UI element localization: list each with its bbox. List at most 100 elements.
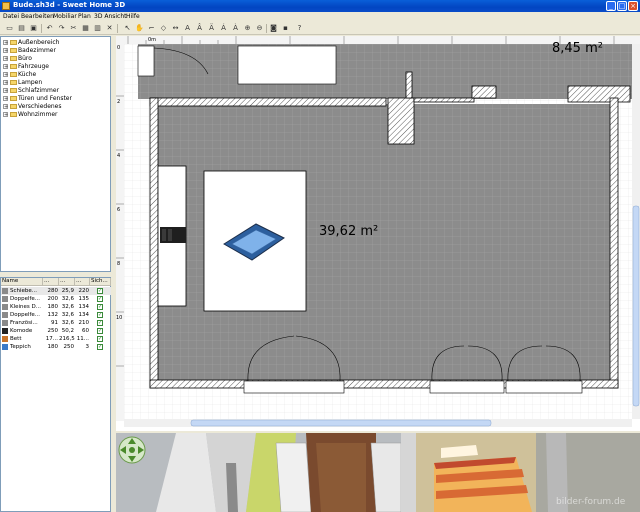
text-style-icon[interactable]: À <box>231 24 240 33</box>
visible-checkbox[interactable]: ✓ <box>97 312 103 318</box>
copy-icon[interactable]: ▦ <box>81 24 90 33</box>
expand-icon[interactable]: + <box>3 56 8 62</box>
menu-datei[interactable]: Datei <box>3 13 19 20</box>
menu-plan[interactable]: Plan <box>78 13 91 20</box>
catalog-category[interactable]: + Wohnzimmer <box>3 111 58 119</box>
door-small[interactable] <box>429 380 505 394</box>
catalog-category[interactable]: + Verschiedenes <box>3 103 62 111</box>
catalog-category[interactable]: + Lampen <box>3 79 42 87</box>
text-style-icon[interactable]: Â <box>195 24 204 33</box>
catalog-category[interactable]: + Schlafzimmer <box>3 87 59 95</box>
menu-mobiliar[interactable]: Mobiliar <box>53 13 77 20</box>
wall[interactable] <box>567 85 631 103</box>
table-row[interactable]: Französi... 91 32,6 210 ✓ <box>1 319 111 327</box>
furniture-table[interactable]: Name ... ... ... Sich... Schiebe... 280 … <box>0 277 111 512</box>
room-area-label-main[interactable]: 39,62 m² <box>319 224 378 239</box>
delete-icon[interactable]: ✕ <box>105 24 114 33</box>
photo-icon[interactable]: ◙ <box>269 24 278 33</box>
ruler-label: 8 <box>117 261 121 267</box>
column-header-width[interactable]: ... <box>43 278 59 286</box>
wall[interactable] <box>405 71 413 99</box>
visible-checkbox[interactable]: ✓ <box>97 288 103 294</box>
room-area-label-upper[interactable]: 8,45 m² <box>552 41 603 56</box>
expand-icon[interactable]: + <box>3 80 8 86</box>
folder-icon <box>10 48 17 53</box>
help-icon[interactable]: ? <box>295 24 304 33</box>
door-french[interactable] <box>505 380 583 394</box>
video-icon[interactable]: ▪ <box>281 24 290 33</box>
catalog-category[interactable]: + Außenbereich <box>3 39 59 47</box>
3d-view[interactable]: bilder-forum.de <box>116 431 640 512</box>
save-icon[interactable]: ▣ <box>29 24 38 33</box>
create-rooms-icon[interactable]: ◇ <box>159 24 168 33</box>
create-dimensions-icon[interactable]: ↔ <box>171 24 180 33</box>
column-header-name[interactable]: Name <box>1 278 43 286</box>
furniture-upper[interactable] <box>237 45 337 85</box>
visible-checkbox[interactable]: ✓ <box>97 296 103 302</box>
cut-icon[interactable]: ✂ <box>69 24 78 33</box>
visible-checkbox[interactable]: ✓ <box>97 320 103 326</box>
text-style-icon[interactable]: Ä <box>207 24 216 33</box>
menu-hilfe[interactable]: Hilfe <box>126 13 140 20</box>
wall[interactable] <box>609 97 619 389</box>
pan-icon[interactable]: ✋ <box>135 24 144 33</box>
zoom-out-icon[interactable]: ⊖ <box>255 24 264 33</box>
expand-icon[interactable]: + <box>3 112 8 118</box>
plan-view[interactable]: 0m 0 2 4 6 8 10 39,62 m² 8,45 m² <box>116 36 640 431</box>
visible-checkbox[interactable]: ✓ <box>97 304 103 310</box>
wall[interactable] <box>387 97 415 145</box>
menu-3d-ansicht[interactable]: 3D Ansicht <box>94 13 127 20</box>
expand-icon[interactable]: + <box>3 104 8 110</box>
visible-checkbox[interactable]: ✓ <box>97 336 103 342</box>
table-row[interactable]: Doppelfe... 132 32,6 134 ✓ <box>1 311 111 319</box>
visible-checkbox[interactable]: ✓ <box>97 328 103 334</box>
table-row[interactable]: Schiebe... 280 25,9 220 ✓ <box>1 287 111 295</box>
create-walls-icon[interactable]: ⌐ <box>147 24 156 33</box>
wall[interactable] <box>149 97 159 389</box>
paste-icon[interactable]: ▥ <box>93 24 102 33</box>
folder-icon <box>10 104 17 109</box>
wall[interactable] <box>413 97 475 103</box>
door-double[interactable] <box>243 380 345 394</box>
undo-icon[interactable]: ↶ <box>45 24 54 33</box>
catalog-category[interactable]: + Fahrzeuge <box>3 63 49 71</box>
maximize-button[interactable]: □ <box>617 1 627 11</box>
expand-icon[interactable]: + <box>3 96 8 102</box>
catalog-category[interactable]: + Küche <box>3 71 36 79</box>
add-text-icon[interactable]: A <box>183 24 192 33</box>
table-row[interactable]: Doppelfe... 200 32,6 135 ✓ <box>1 295 111 303</box>
table-row[interactable]: Komode 250 50,2 60 ✓ <box>1 327 111 335</box>
open-icon[interactable]: ▤ <box>17 24 26 33</box>
catalog-category[interactable]: + Badezimmer <box>3 47 56 55</box>
redo-icon[interactable]: ↷ <box>57 24 66 33</box>
furniture-catalog-tree[interactable]: + Außenbereich + Badezimmer + Büro + Fahrzeu… <box>0 36 111 272</box>
text-style-icon[interactable]: Á <box>219 24 228 33</box>
column-header-depth[interactable]: ... <box>59 278 75 286</box>
visible-checkbox[interactable]: ✓ <box>97 344 103 350</box>
catalog-category[interactable]: + Büro <box>3 55 32 63</box>
expand-icon[interactable]: + <box>3 64 8 70</box>
zoom-in-icon[interactable]: ⊕ <box>243 24 252 33</box>
table-row[interactable]: Kleines D... 180 32,6 134 ✓ <box>1 303 111 311</box>
table-row[interactable]: Bett 17... 216,5 11... ✓ <box>1 335 111 343</box>
expand-icon[interactable]: + <box>3 72 8 78</box>
expand-icon[interactable]: + <box>3 48 8 54</box>
navigation-arrows-icon[interactable] <box>118 436 146 464</box>
expand-icon[interactable]: + <box>3 40 8 46</box>
column-header-height[interactable]: ... <box>75 278 90 286</box>
column-header-visible[interactable]: Sich... <box>90 278 111 286</box>
menu-bearbeiten[interactable]: Bearbeiten <box>21 13 54 20</box>
wall[interactable] <box>149 97 387 107</box>
new-icon[interactable]: ▭ <box>5 24 14 33</box>
table-row[interactable]: Teppich 180 250 3 ✓ <box>1 343 111 351</box>
close-button[interactable]: × <box>628 1 638 11</box>
folder-icon <box>10 64 17 69</box>
catalog-category[interactable]: + Türen und Fenster <box>3 95 72 103</box>
wall[interactable] <box>471 85 497 99</box>
expand-icon[interactable]: + <box>3 88 8 94</box>
horizontal-scroll-thumb[interactable] <box>190 419 492 427</box>
vertical-scroll-thumb[interactable] <box>632 205 640 407</box>
minimize-button[interactable]: _ <box>606 1 616 11</box>
select-icon[interactable]: ↖ <box>123 24 132 33</box>
wall[interactable] <box>137 45 155 77</box>
